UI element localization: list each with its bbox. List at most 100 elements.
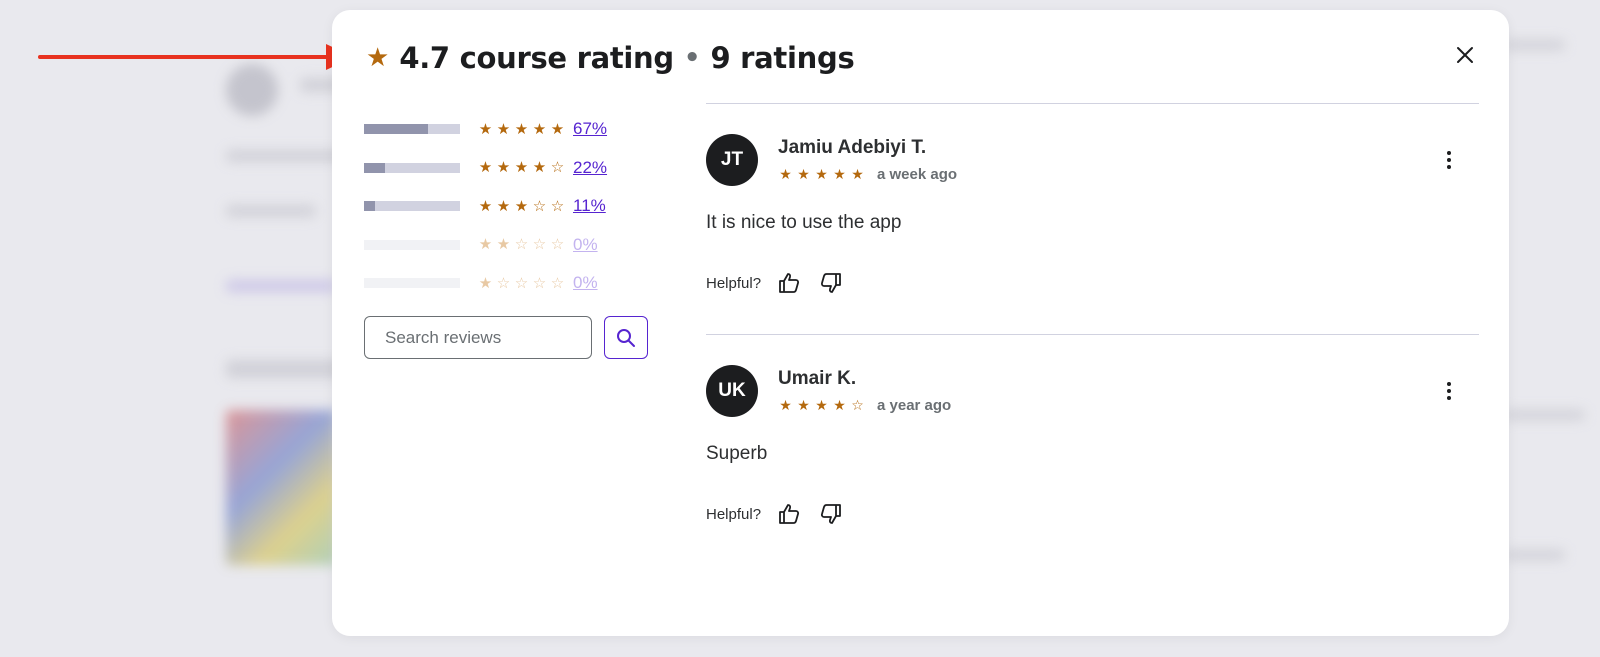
background-text <box>1505 410 1585 420</box>
rating-bar-fill <box>364 124 429 135</box>
star-empty-icon: ☆ <box>532 196 547 215</box>
rating-row-5-star[interactable]: ★ ★ ★ ★ ★ 67% <box>364 110 624 149</box>
thumbs-down-icon <box>821 273 841 293</box>
star-filled-icon: ★ <box>496 158 511 177</box>
star-empty-icon: ☆ <box>514 273 529 292</box>
star-filled-icon: ★ <box>514 158 529 177</box>
star-filled-icon: ★ <box>478 158 493 177</box>
star-filled-icon: ★ <box>496 196 511 215</box>
review-meta: ★ ★ ★ ★ ★ a week ago <box>778 166 957 183</box>
star-empty-icon: ☆ <box>550 196 565 215</box>
star-filled-icon: ★ <box>514 196 529 215</box>
search-button[interactable] <box>604 316 648 359</box>
rating-bar-fill <box>364 201 375 212</box>
star-filled-icon: ★ <box>833 397 846 414</box>
rating-stars: ★ ★ ★ ★ ★ <box>478 119 565 138</box>
star-empty-icon: ☆ <box>532 273 547 292</box>
star-empty-icon: ☆ <box>550 158 565 177</box>
rating-stars: ★ ★ ★ ☆ ☆ <box>478 196 565 215</box>
rating-percentage-link[interactable]: 0% <box>573 273 598 293</box>
rating-row-1-star[interactable]: ★ ☆ ☆ ☆ ☆ 0% <box>364 264 624 303</box>
rating-percentage-link[interactable]: 0% <box>573 235 598 255</box>
rating-bar-fill <box>364 162 386 173</box>
rating-breakdown: ★ ★ ★ ★ ★ 67% ★ ★ ★ ★ ☆ 22% ★ ★ ★ ☆ ☆ 11% ★ ★ ☆ ☆ ☆ 0% ★ ☆ ☆ ☆ ☆ 0% <box>364 110 624 303</box>
background-heading <box>226 360 346 378</box>
header-separator: • <box>683 43 701 73</box>
star-filled-icon: ★ <box>478 235 493 254</box>
rating-percentage-link[interactable]: 67% <box>573 119 607 139</box>
star-empty-icon: ☆ <box>550 235 565 254</box>
thumbs-down-button[interactable] <box>815 267 847 299</box>
helpful-row: Helpful? <box>706 498 857 530</box>
search-reviews <box>364 316 648 359</box>
rating-row-2-star[interactable]: ★ ★ ☆ ☆ ☆ 0% <box>364 226 624 265</box>
reviews-list: JT Jamiu Adebiyi T. ★ ★ ★ ★ ★ a week ago It … <box>706 103 1479 565</box>
rating-row-3-star[interactable]: ★ ★ ★ ☆ ☆ 11% <box>364 187 624 226</box>
rating-bar <box>364 278 460 289</box>
reviewer-name: Umair K. <box>778 368 857 389</box>
close-icon <box>1457 46 1473 63</box>
review-stars: ★ ★ ★ ★ ★ <box>778 168 865 182</box>
review-item: JT Jamiu Adebiyi T. ★ ★ ★ ★ ★ a week ago It … <box>706 104 1479 334</box>
review-item: UK Umair K. ★ ★ ★ ★ ☆ a year ago Superb Help… <box>706 335 1479 565</box>
background-text <box>226 205 316 217</box>
rating-stars: ★ ★ ★ ★ ☆ <box>478 160 565 175</box>
star-empty-icon: ☆ <box>514 235 529 254</box>
background-image <box>226 410 336 565</box>
helpful-row: Helpful? <box>706 267 857 299</box>
review-date: a year ago <box>877 397 952 414</box>
rating-row-4-star[interactable]: ★ ★ ★ ★ ☆ 22% <box>364 149 624 188</box>
thumbs-up-icon <box>779 504 800 524</box>
star-filled-icon: ★ <box>478 119 493 138</box>
rating-bar <box>364 162 460 173</box>
background-link <box>226 280 336 292</box>
star-filled-icon: ★ <box>496 119 511 138</box>
background-text <box>1505 550 1565 560</box>
rating-percentage-link[interactable]: 11% <box>573 196 606 216</box>
rating-percentage-link[interactable]: 22% <box>573 158 607 178</box>
avatar: JT <box>706 134 758 186</box>
star-filled-icon: ★ <box>478 273 493 292</box>
thumbs-down-button[interactable] <box>815 498 847 530</box>
rating-stars: ★ ★ ☆ ☆ ☆ <box>478 237 565 252</box>
star-filled-icon: ★ <box>833 166 846 183</box>
star-filled-icon: ★ <box>851 166 864 183</box>
star-filled-icon: ★ <box>815 166 828 183</box>
star-filled-icon: ★ <box>779 397 792 414</box>
modal-header: ★ 4.7 course rating • 9 ratings <box>366 38 855 78</box>
star-icon: ★ <box>366 43 390 73</box>
reviewer-name: Jamiu Adebiyi T. <box>778 137 927 158</box>
rating-bar <box>364 201 460 212</box>
review-meta: ★ ★ ★ ★ ☆ a year ago <box>778 397 951 414</box>
star-filled-icon: ★ <box>514 119 529 138</box>
rating-bar <box>364 124 460 135</box>
review-text: Superb <box>706 443 768 464</box>
star-empty-icon: ☆ <box>496 273 511 292</box>
star-empty-icon: ☆ <box>851 397 864 414</box>
helpful-label: Helpful? <box>706 505 762 523</box>
star-filled-icon: ★ <box>797 397 810 414</box>
star-filled-icon: ★ <box>478 196 493 215</box>
background-text <box>1505 40 1565 50</box>
annotation-arrow-line <box>38 55 330 59</box>
more-vertical-icon <box>1447 151 1451 169</box>
thumbs-up-icon <box>779 273 800 293</box>
star-filled-icon: ★ <box>496 235 511 254</box>
more-options-button[interactable] <box>1437 379 1461 403</box>
review-date: a week ago <box>877 166 958 183</box>
more-vertical-icon <box>1447 382 1451 400</box>
helpful-label: Helpful? <box>706 274 762 292</box>
rating-stars: ★ ☆ ☆ ☆ ☆ <box>478 273 565 292</box>
course-rating: 4.7 course rating <box>399 41 674 75</box>
rating-bar <box>364 239 460 250</box>
search-input[interactable] <box>364 316 592 359</box>
close-button[interactable] <box>1449 40 1481 72</box>
star-filled-icon: ★ <box>779 166 792 183</box>
reviews-modal: ★ 4.7 course rating • 9 ratings ★ ★ ★ ★ ★ 67%… <box>332 10 1509 636</box>
review-text: It is nice to use the app <box>706 212 902 233</box>
thumbs-down-icon <box>821 504 841 524</box>
thumbs-up-button[interactable] <box>773 267 805 299</box>
thumbs-up-button[interactable] <box>773 498 805 530</box>
star-filled-icon: ★ <box>815 397 828 414</box>
more-options-button[interactable] <box>1437 148 1461 172</box>
